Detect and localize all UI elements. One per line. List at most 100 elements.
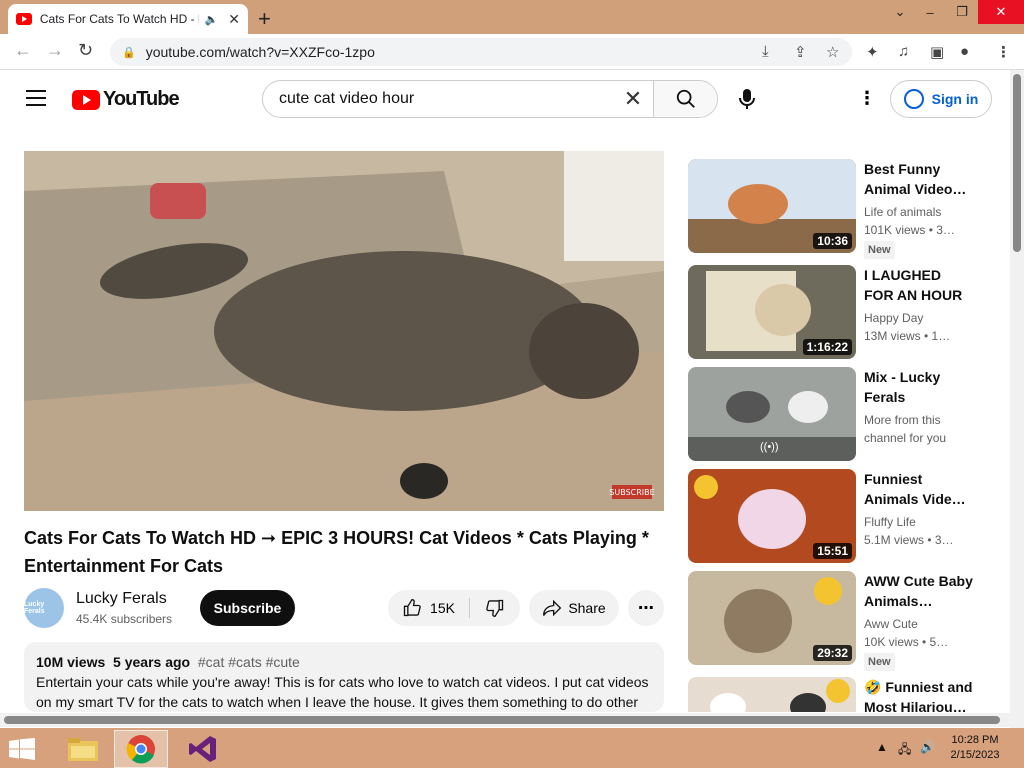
video-duration: 15:51 — [813, 543, 852, 559]
visual-studio-taskbar-button[interactable] — [176, 730, 230, 768]
recommended-video[interactable]: 10:36 Best Funny Animal Video… Life of a… — [688, 159, 988, 259]
recommended-video[interactable]: 15:51 Funniest Animals Vide… Fluffy Life… — [688, 469, 988, 563]
search-box: cute cat video hour ✕ — [262, 80, 718, 118]
address-bar[interactable]: 🔒 youtube.com/watch?v=XXZFco-1zpo — [110, 38, 852, 66]
recommended-title[interactable]: AWW Cute Baby Animals… — [864, 571, 974, 611]
recommended-channel[interactable]: Happy Day — [864, 309, 974, 327]
vertical-scrollbar[interactable] — [1010, 70, 1024, 730]
recommended-video[interactable]: 29:32 AWW Cute Baby Animals… Aww Cute 10… — [688, 571, 988, 671]
video-thumbnail[interactable] — [688, 677, 856, 712]
hamburger-menu-icon[interactable] — [26, 90, 46, 111]
vertical-scroll-thumb[interactable] — [1013, 74, 1021, 252]
microphone-icon — [739, 89, 755, 109]
chrome-menu-icon[interactable]: ⋮ — [996, 43, 1011, 61]
channel-name[interactable]: Lucky Ferals — [76, 590, 167, 608]
recommended-channel[interactable]: Aww Cute — [864, 615, 974, 633]
clock-date: 2/15/2023 — [950, 749, 1000, 761]
upload-age: 5 years ago — [113, 654, 191, 670]
tab-search-icon[interactable]: ⌄ — [884, 0, 916, 24]
speaker-icon[interactable]: 🔈 — [205, 13, 219, 26]
new-badge: New — [864, 653, 895, 671]
recommended-title[interactable]: I LAUGHED FOR AN HOUR😹… — [864, 265, 974, 305]
video-thumbnail[interactable]: 29:32 — [688, 571, 856, 665]
video-thumbnail[interactable]: 1:16:22 — [688, 265, 856, 359]
avatar-text: Lucky Ferals — [24, 601, 45, 615]
browser-tab[interactable]: Cats For Cats To Watch HD - EPIC 3 HOURS… — [8, 4, 248, 34]
reload-icon[interactable]: ↻ — [78, 40, 93, 61]
restore-button[interactable]: ❐ — [946, 0, 978, 24]
windows-start-icon[interactable] — [8, 738, 36, 760]
share-button[interactable]: Share — [529, 590, 619, 626]
youtube-play-logo-icon — [72, 89, 100, 110]
dislike-button[interactable] — [470, 598, 520, 618]
chrome-taskbar-button[interactable] — [114, 730, 168, 768]
bookmark-star-icon[interactable]: ☆ — [826, 43, 839, 61]
recommended-channel-meta: Happy Day 13M views • 1… — [864, 309, 974, 345]
recommended-title[interactable]: Funniest Animals Vide… — [864, 469, 974, 509]
more-actions-button[interactable]: ⋯ — [628, 590, 664, 626]
recommendations-sidebar: 10:36 Best Funny Animal Video… Life of a… — [688, 159, 988, 712]
recommended-channel[interactable]: Fluffy Life — [864, 513, 974, 531]
show-hidden-icons-icon[interactable]: ▲ — [876, 740, 888, 754]
youtube-logo[interactable]: YouTube — [72, 88, 180, 111]
recommended-channel[interactable]: Life of animals — [864, 203, 974, 221]
url-text[interactable]: youtube.com/watch?v=XXZFco-1zpo — [146, 44, 375, 60]
recommended-title[interactable]: 🤣 Funniest and Most Hilariou… — [864, 677, 974, 712]
mix-thumbnail[interactable]: ((•)) — [688, 367, 856, 461]
recommended-title[interactable]: Mix - Lucky Ferals — [864, 367, 974, 407]
settings-menu-icon[interactable]: ⋮ — [858, 88, 876, 109]
video-thumbnail[interactable]: 15:51 — [688, 469, 856, 563]
search-input[interactable]: cute cat video hour — [263, 81, 613, 117]
back-icon[interactable]: ← — [14, 40, 32, 61]
recommended-channel-meta: More from this channel for you — [864, 411, 974, 447]
install-icon[interactable]: ⤓ — [762, 43, 769, 60]
file-explorer-taskbar-button[interactable] — [56, 730, 110, 768]
browser-tab-strip: Cats For Cats To Watch HD - EPIC 3 HOURS… — [0, 0, 1024, 34]
recommended-video[interactable]: 🤣 Funniest and Most Hilariou… — [688, 677, 988, 712]
clear-search-icon[interactable]: ✕ — [613, 81, 653, 117]
recommended-channel-meta: Aww Cute 10K views • 5… New — [864, 615, 974, 671]
youtube-favicon-icon — [16, 13, 32, 25]
search-button[interactable] — [653, 81, 717, 117]
horizontal-scrollbar[interactable] — [0, 713, 1010, 727]
subscribe-button[interactable]: Subscribe — [200, 590, 295, 626]
network-icon[interactable]: 🖧 — [898, 740, 911, 761]
extensions-icon[interactable]: ✦ — [866, 43, 879, 61]
like-dislike-group: 15K — [388, 590, 520, 626]
subscribe-watermark[interactable]: SUBSCRIBE — [609, 488, 654, 497]
subscriber-count: 45.4K subscribers — [76, 612, 173, 626]
sign-in-button[interactable]: Sign in — [890, 80, 992, 118]
thumbnail-image — [688, 677, 856, 712]
forward-icon[interactable]: → — [46, 40, 64, 61]
video-meta-line: 10M views 5 years ago #cat #cats #cute — [36, 654, 652, 670]
profile-icon[interactable]: ● — [960, 43, 969, 60]
tab-title: Cats For Cats To Watch HD - EPIC 3 HOURS — [39, 12, 199, 26]
system-clock[interactable]: 10:28 PM 2/15/2023 — [940, 733, 1010, 763]
youtube-header: YouTube cute cat video hour ✕ ⋮ Sign in — [0, 70, 1010, 128]
video-duration: 10:36 — [813, 233, 852, 249]
new-tab-button[interactable]: + — [258, 6, 271, 32]
hashtags[interactable]: #cat #cats #cute — [198, 654, 300, 670]
search-icon — [676, 89, 695, 108]
horizontal-scroll-thumb[interactable] — [4, 716, 1000, 724]
channel-avatar[interactable]: Lucky Ferals — [24, 588, 64, 628]
video-player[interactable]: SUBSCRIBE — [24, 151, 664, 511]
recommended-video[interactable]: 1:16:22 I LAUGHED FOR AN HOUR😹… Happy Da… — [688, 265, 988, 359]
recommended-mix[interactable]: ((•)) Mix - Lucky Ferals More from this … — [688, 367, 988, 461]
side-panel-icon[interactable]: ▣ — [930, 43, 944, 61]
lock-icon[interactable]: 🔒 — [122, 46, 136, 59]
video-thumbnail[interactable]: 10:36 — [688, 159, 856, 253]
recommended-title[interactable]: Best Funny Animal Video… — [864, 159, 974, 199]
channel-row: Lucky Ferals Lucky Ferals 45.4K subscrib… — [24, 588, 664, 628]
description-box[interactable]: 10M views 5 years ago #cat #cats #cute E… — [24, 642, 664, 712]
volume-icon[interactable]: 🔊 — [920, 740, 935, 754]
recommended-channel: More from this channel for you — [864, 413, 947, 445]
media-control-icon[interactable]: ♫ — [898, 43, 909, 60]
video-frame-cat-image: SUBSCRIBE — [24, 151, 664, 511]
close-tab-icon[interactable]: ✕ — [228, 11, 240, 28]
like-button[interactable]: 15K — [388, 598, 470, 618]
share-page-icon[interactable]: ⇪ — [794, 43, 807, 61]
minimize-button[interactable]: – — [914, 0, 946, 24]
voice-search-button[interactable] — [738, 88, 756, 115]
close-window-button[interactable]: ✕ — [978, 0, 1024, 24]
